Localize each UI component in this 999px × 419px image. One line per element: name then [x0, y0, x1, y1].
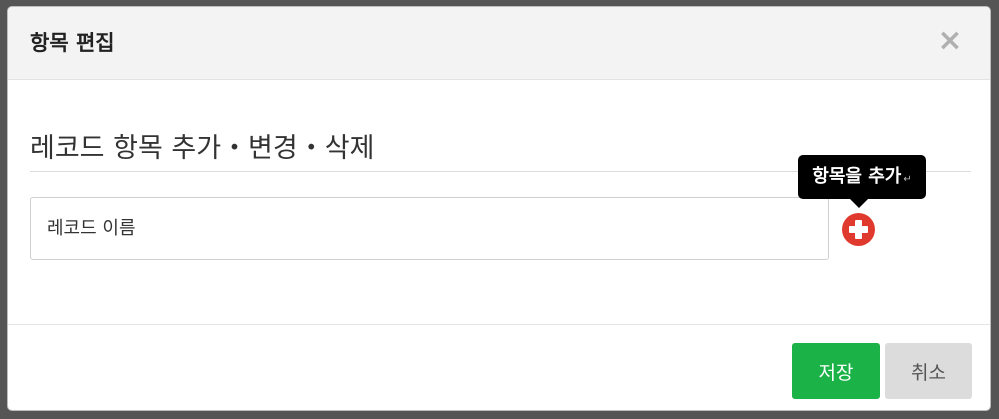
- close-icon[interactable]: ×: [936, 23, 964, 59]
- return-icon: ↵: [903, 174, 912, 185]
- tooltip-arrow: [850, 199, 868, 208]
- dialog-title: 항목 편집: [30, 31, 115, 55]
- save-button[interactable]: 저장: [792, 343, 880, 399]
- record-name-input[interactable]: [30, 197, 829, 260]
- edit-items-dialog: 항목 편집 × 레코드 항목 추가・변경・삭제 항목을 추가↵ 저장 취소: [7, 6, 991, 411]
- dialog-header: 항목 편집 ×: [8, 7, 990, 80]
- dialog-footer: 저장 취소: [8, 324, 990, 410]
- cancel-button[interactable]: 취소: [885, 343, 972, 399]
- add-item-button[interactable]: [842, 213, 875, 246]
- tooltip-text: 항목을 추가: [812, 166, 902, 187]
- add-item-tooltip: 항목을 추가 ↵: [798, 155, 926, 199]
